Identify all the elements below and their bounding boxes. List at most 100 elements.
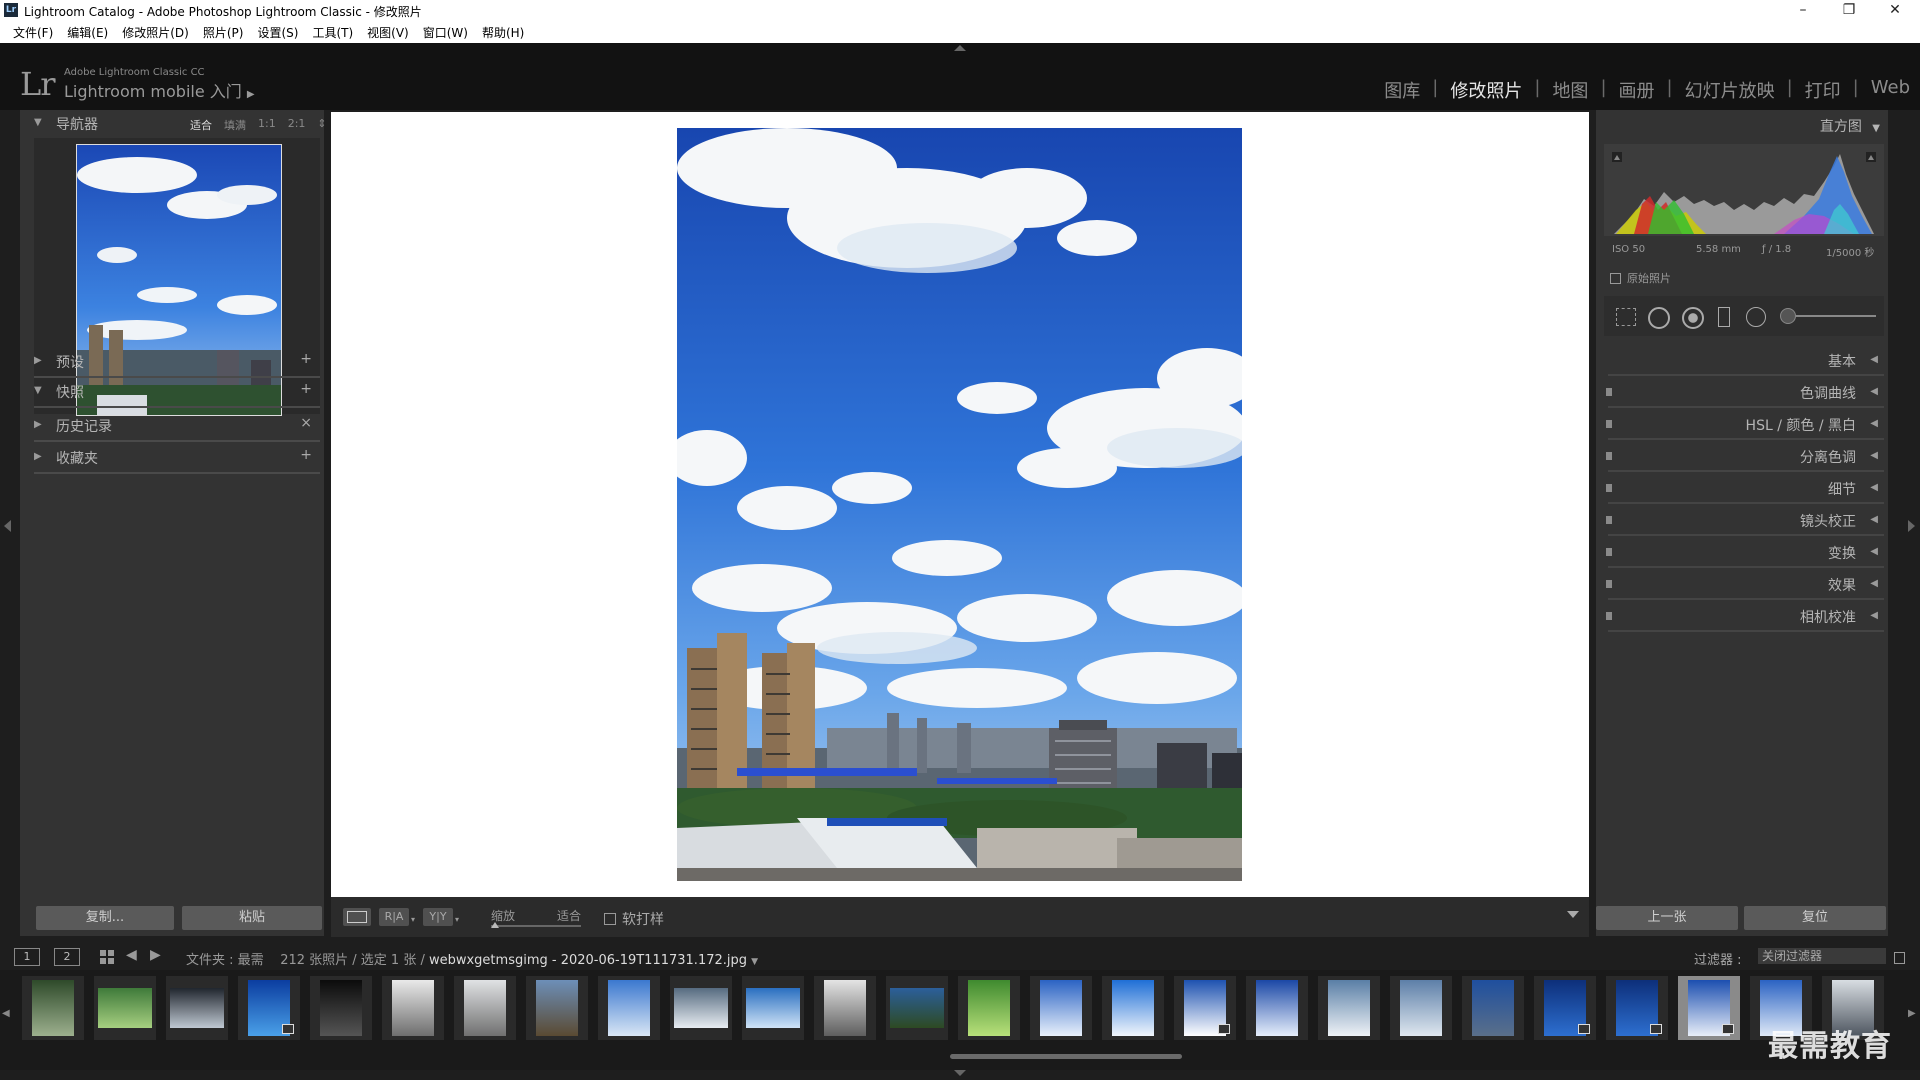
- secondary-window-button[interactable]: 2: [54, 948, 80, 966]
- source-path[interactable]: 文件夹 : 最需 212 张照片 / 选定 1 张 / webwxgetmsgi…: [186, 949, 758, 968]
- collapse-top-icon[interactable]: [954, 45, 966, 51]
- close-button[interactable]: ✕: [1872, 0, 1918, 22]
- chevron-down-icon[interactable]: ▼: [751, 957, 758, 967]
- panel-lens-corrections[interactable]: 镜头校正 ◀: [1604, 506, 1884, 536]
- brush-slider[interactable]: [1796, 315, 1876, 317]
- panel-split-toning[interactable]: 分离色调 ◀: [1604, 442, 1884, 472]
- menu-view[interactable]: 视图(V): [360, 24, 416, 41]
- mobile-link[interactable]: Lightroom mobile 入门 ▶: [64, 78, 255, 102]
- histogram[interactable]: [1604, 144, 1884, 236]
- panel-switch-icon[interactable]: [1606, 388, 1612, 396]
- navigator-header[interactable]: ▼ 导航器 适合 填满 1:1 2:1 ⇕: [20, 110, 327, 136]
- toolbar-menu-icon[interactable]: [1567, 911, 1579, 918]
- soft-proof-toggle[interactable]: 软打样: [604, 909, 664, 929]
- zoom-fit[interactable]: 适合: [190, 117, 212, 133]
- filmstrip-thumbnail[interactable]: [742, 976, 804, 1040]
- before-after-tb-button[interactable]: Y|Y: [423, 908, 453, 926]
- module-map[interactable]: 地图: [1552, 77, 1588, 103]
- menu-develop[interactable]: 修改照片(D): [115, 24, 196, 41]
- panel-tone-curve[interactable]: 色调曲线 ◀: [1604, 378, 1884, 408]
- filmstrip-thumbnail[interactable]: [886, 976, 948, 1040]
- collapse-left-icon[interactable]: [4, 520, 11, 532]
- module-slideshow[interactable]: 幻灯片放映: [1685, 77, 1775, 103]
- module-develop[interactable]: 修改照片: [1450, 77, 1522, 103]
- filmstrip-thumbnail[interactable]: [454, 976, 516, 1040]
- filmstrip-thumbnail[interactable]: [1102, 976, 1164, 1040]
- before-after-lr-button[interactable]: R|A: [379, 908, 409, 926]
- lock-icon[interactable]: [1894, 952, 1905, 964]
- module-library[interactable]: 图库: [1384, 77, 1420, 103]
- reset-button[interactable]: 复位: [1744, 906, 1886, 930]
- zoom-1-1[interactable]: 1:1: [258, 117, 276, 133]
- panel-camera-calibration[interactable]: 相机校准 ◀: [1604, 602, 1884, 632]
- filmstrip-thumbnail[interactable]: [598, 976, 660, 1040]
- paste-button[interactable]: 粘贴: [182, 906, 322, 930]
- radial-filter-icon[interactable]: [1746, 307, 1766, 327]
- add-preset-icon[interactable]: +: [300, 351, 312, 367]
- filmstrip-thumbnail[interactable]: [166, 976, 228, 1040]
- filmstrip-thumbnail[interactable]: [94, 976, 156, 1040]
- histogram-header[interactable]: 直方图 ▼: [1820, 116, 1880, 136]
- snapshots-header[interactable]: ▼ 快照 +: [20, 378, 324, 408]
- menu-edit[interactable]: 编辑(E): [60, 24, 115, 41]
- menu-file[interactable]: 文件(F): [6, 24, 60, 41]
- filmstrip-thumbnail[interactable]: [1462, 976, 1524, 1040]
- filter-select[interactable]: 关闭过滤器: [1758, 948, 1886, 964]
- filmstrip-thumbnail[interactable]: [1390, 976, 1452, 1040]
- module-web[interactable]: Web: [1871, 77, 1910, 103]
- collections-header[interactable]: ▶ 收藏夹 +: [20, 444, 324, 474]
- filmstrip-thumbnail[interactable]: [238, 976, 300, 1040]
- add-snapshot-icon[interactable]: +: [300, 381, 312, 397]
- minimize-button[interactable]: –: [1780, 0, 1826, 22]
- zoom-2-1[interactable]: 2:1: [288, 117, 306, 133]
- panel-switch-icon[interactable]: [1606, 516, 1612, 524]
- scroll-right-icon[interactable]: ▶: [1908, 1008, 1916, 1019]
- panel-switch-icon[interactable]: [1606, 452, 1612, 460]
- panel-detail[interactable]: 细节 ◀: [1604, 474, 1884, 504]
- presets-header[interactable]: ▶ 预设 +: [20, 348, 324, 378]
- panel-effects[interactable]: 效果 ◀: [1604, 570, 1884, 600]
- filmstrip-thumbnail[interactable]: [526, 976, 588, 1040]
- panel-transform[interactable]: 变换 ◀: [1604, 538, 1884, 568]
- copy-button[interactable]: 复制...: [36, 906, 174, 930]
- filmstrip-thumbnail[interactable]: [670, 976, 732, 1040]
- clear-history-icon[interactable]: ×: [300, 415, 312, 431]
- crop-tool-icon[interactable]: [1616, 308, 1636, 326]
- filmstrip-thumbnail[interactable]: [814, 976, 876, 1040]
- adjustment-brush-icon[interactable]: [1780, 308, 1796, 324]
- filmstrip-scrollbar[interactable]: [950, 1054, 1182, 1059]
- zoom-slider[interactable]: [491, 922, 581, 928]
- panel-switch-icon[interactable]: [1606, 420, 1612, 428]
- add-collection-icon[interactable]: +: [300, 447, 312, 463]
- back-arrow-icon[interactable]: ◀: [126, 947, 137, 963]
- menu-window[interactable]: 窗口(W): [416, 24, 475, 41]
- checkbox-icon[interactable]: [604, 913, 616, 925]
- checkbox-icon[interactable]: [1610, 272, 1621, 284]
- filmstrip-thumbnail[interactable]: [1030, 976, 1092, 1040]
- collapse-right-icon[interactable]: [1908, 520, 1915, 532]
- scroll-left-icon[interactable]: ◀: [2, 1008, 10, 1019]
- filmstrip-thumbnail[interactable]: [22, 976, 84, 1040]
- panel-switch-icon[interactable]: [1606, 548, 1612, 556]
- slider-handle[interactable]: [491, 922, 499, 928]
- menu-help[interactable]: 帮助(H): [475, 24, 531, 41]
- filmstrip-thumbnail[interactable]: [382, 976, 444, 1040]
- main-photo[interactable]: [677, 128, 1242, 881]
- red-eye-icon[interactable]: [1682, 307, 1704, 329]
- module-print[interactable]: 打印: [1805, 77, 1841, 103]
- chevron-down-icon[interactable]: ▾: [455, 915, 459, 924]
- loupe-view-button[interactable]: [343, 908, 371, 926]
- forward-arrow-icon[interactable]: ▶: [150, 947, 161, 963]
- chevron-down-icon[interactable]: ▾: [411, 915, 415, 924]
- panel-switch-icon[interactable]: [1606, 580, 1612, 588]
- zoom-fill[interactable]: 填满: [224, 117, 246, 133]
- module-book[interactable]: 画册: [1619, 77, 1655, 103]
- menu-tools[interactable]: 工具(T): [305, 24, 360, 41]
- collapse-bottom-icon[interactable]: [954, 1070, 966, 1076]
- original-photo-toggle[interactable]: 原始照片: [1610, 270, 1671, 286]
- panel-switch-icon[interactable]: [1606, 612, 1612, 620]
- panel-basic[interactable]: 基本 ◀: [1604, 346, 1884, 376]
- graduated-filter-icon[interactable]: [1718, 307, 1730, 327]
- filmstrip-thumbnail[interactable]: [1174, 976, 1236, 1040]
- previous-button[interactable]: 上一张: [1596, 906, 1738, 930]
